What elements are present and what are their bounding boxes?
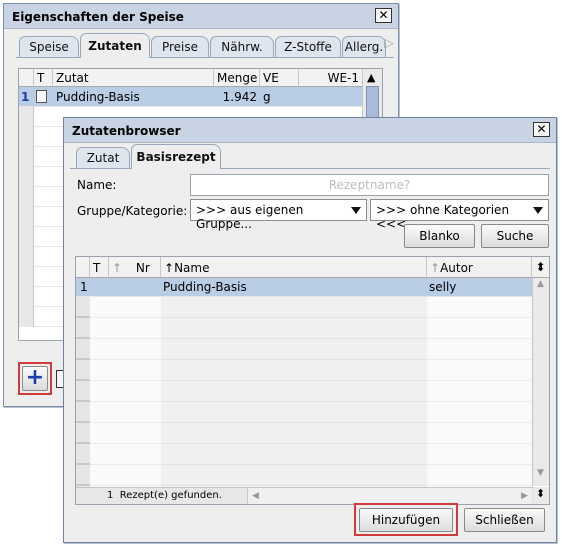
ingredient-unit: g [263, 90, 271, 104]
tab-zutaten[interactable]: Zutaten [80, 33, 150, 58]
recipe-name-placeholder: Rezeptname? [328, 178, 411, 192]
chevron-down-icon [533, 207, 543, 214]
row-number: 1 [80, 280, 88, 294]
add-ingredient-button[interactable]: + [22, 366, 48, 391]
scroll-up-icon[interactable]: ▲ [537, 279, 544, 289]
row-number: 1 [21, 90, 30, 104]
column-header-name[interactable]: ↑Name [161, 257, 427, 278]
tab-zutat[interactable]: Zutat [76, 147, 130, 168]
column-sort-icon[interactable]: ⬍ [532, 257, 549, 278]
results-status-bar: 1 Rezept(e) gefunden. ◀ ▶ [76, 487, 534, 504]
close-button[interactable]: Schließen [464, 508, 545, 532]
chevron-down-icon [351, 207, 361, 214]
sort-arrow-icon: ↑ [112, 261, 123, 275]
column-header-nr[interactable]: ↑ Nr [109, 257, 161, 278]
tab-basisrezept[interactable]: Basisrezept [131, 144, 221, 169]
recipe-author: selly [429, 280, 457, 294]
ingredient-browser-dialog: Zutatenbrowser ✕ Zutat Basisrezept Name:… [63, 117, 557, 543]
empty-rows [76, 297, 533, 487]
name-label: Name: [77, 178, 117, 192]
tab-z-stoffe[interactable]: Z-Stoffe [275, 36, 341, 57]
column-header-nr-label: Nr [135, 261, 150, 275]
group-select-value: >>> aus eigenen Gruppe... [196, 203, 304, 231]
table-row[interactable]: 1 Pudding-Basis 1.942 g [19, 87, 362, 107]
scroll-right-icon[interactable]: ▶ [521, 491, 528, 501]
tab-naehrw[interactable]: Nährw. [210, 36, 274, 57]
close-icon[interactable]: ✕ [533, 122, 550, 137]
ingredient-name: Pudding-Basis [56, 90, 140, 104]
sort-arrow-icon: ↑ [430, 261, 441, 275]
properties-titlebar: Eigenschaften der Speise ✕ [4, 4, 398, 29]
browser-title: Zutatenbrowser [72, 124, 181, 138]
column-header-menge[interactable]: Menge [214, 69, 260, 87]
properties-tabs: Speise Zutaten Preise Nährw. Z-Stoffe Al… [16, 33, 394, 58]
blanko-button[interactable]: Blanko [404, 224, 475, 248]
results-scroll-corner-icon[interactable]: ⬍ [532, 487, 549, 504]
group-label: Gruppe/Kategorie: [77, 204, 188, 218]
properties-title: Eigenschaften der Speise [12, 10, 184, 24]
recipe-name-input[interactable]: Rezeptname? [190, 174, 549, 196]
plus-icon: + [25, 365, 45, 390]
column-header-autor[interactable]: ↑Autor [427, 257, 532, 278]
column-header-t[interactable]: T [34, 69, 53, 87]
tab-preise[interactable]: Preise [151, 36, 209, 57]
tab-speise[interactable]: Speise [19, 36, 79, 57]
column-header-zutat[interactable]: Zutat [53, 69, 214, 87]
close-icon[interactable]: ✕ [375, 8, 392, 23]
results-count: 1 Rezept(e) gefunden. [107, 490, 222, 501]
column-header-rownum [19, 69, 34, 87]
column-header-autor-label: Autor [440, 261, 473, 275]
column-header-rownum [76, 257, 90, 278]
category-select[interactable]: >>> ohne Kategorien <<< [370, 199, 549, 231]
browser-titlebar: Zutatenbrowser ✕ [64, 118, 556, 143]
scroll-left-icon[interactable]: ◀ [252, 491, 259, 501]
tab-scroll-right-icon[interactable]: ▷ [384, 36, 394, 51]
ingredient-amount: 1.942 [222, 90, 257, 104]
column-header-ve[interactable]: VE [260, 69, 299, 87]
table-row[interactable]: 1 Pudding-Basis selly [76, 278, 532, 297]
column-header-t[interactable]: T [90, 257, 109, 278]
recipe-name: Pudding-Basis [163, 280, 247, 294]
search-button[interactable]: Suche [481, 224, 549, 248]
scroll-up-icon[interactable]: ▲ [367, 71, 375, 84]
sort-arrow-icon: ↑ [164, 261, 175, 275]
document-icon [36, 90, 47, 103]
group-select[interactable]: >>> aus eigenen Gruppe... [190, 199, 367, 231]
column-header-we1[interactable]: WE-1 [299, 69, 363, 87]
recipe-results-table: T ↑ Nr ↑Name ↑Autor ⬍ 1 Pudding-Basis se… [75, 256, 550, 505]
add-button[interactable]: Hinzufügen [359, 508, 453, 532]
scroll-down-icon[interactable]: ▼ [537, 468, 544, 478]
browser-tabs: Zutat Basisrezept [70, 144, 550, 169]
tab-allerg[interactable]: Allerg. [342, 36, 386, 57]
column-header-name-label: Name [174, 261, 210, 275]
results-scrollbar[interactable]: ▲ ▼ [532, 278, 549, 486]
